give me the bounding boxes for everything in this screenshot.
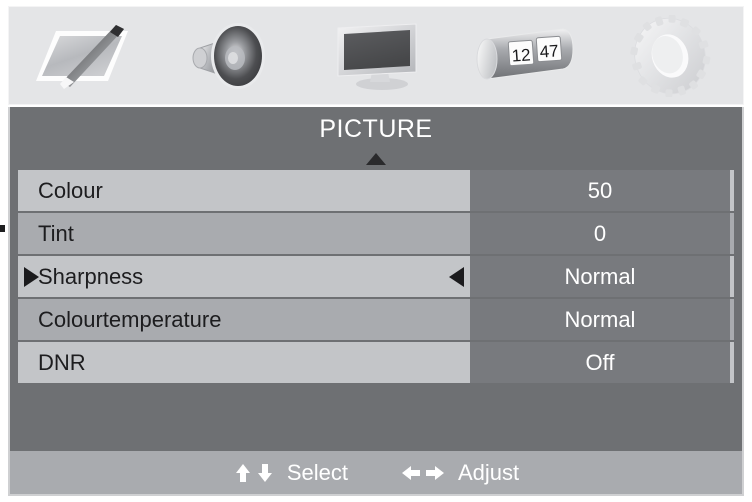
category-item-picture[interactable] <box>17 13 147 99</box>
menu-row-left-arrow-slot <box>462 213 470 254</box>
select-arrow-glyphs <box>233 462 275 484</box>
menu-row-label: Colourtemperature <box>18 299 462 340</box>
menu-title-bar: PICTURE <box>8 107 744 168</box>
menu-row-left-arrow-slot <box>462 342 470 383</box>
menu-row-left-arrow-slot <box>449 256 470 297</box>
menu-row-value[interactable]: 50 <box>470 170 730 211</box>
left-edge-marker <box>0 225 5 232</box>
menu-row-value[interactable]: Normal <box>470 256 730 297</box>
arrow-up-icon <box>235 463 250 482</box>
menu-row-right-arrow-slot <box>730 213 734 254</box>
menu-row-right-arrow-slot <box>24 256 734 297</box>
menu-row-label: Sharpness <box>18 256 462 297</box>
tv-screen-icon <box>328 18 424 94</box>
category-item-time[interactable]: 12 47 <box>458 13 588 99</box>
gear-setup-icon <box>626 14 714 97</box>
menu-row-right-arrow-slot <box>730 299 734 340</box>
menu-row-sharpness[interactable]: Sharpness Normal <box>18 256 734 297</box>
category-item-sound[interactable] <box>164 13 294 99</box>
digital-clock-icon: 12 47 <box>469 21 577 91</box>
arrow-left-icon[interactable] <box>449 266 464 287</box>
menu-row-left-arrow-slot <box>462 299 470 340</box>
select-hint-label: Select <box>286 459 348 485</box>
arrow-left-icon <box>402 465 420 480</box>
clock-hours-text: 12 <box>511 45 531 65</box>
hint-select: Select <box>233 460 348 486</box>
arrow-down-icon <box>257 463 272 482</box>
menu-row-left-arrow-slot <box>462 170 470 211</box>
caret-up-icon <box>366 153 386 165</box>
osd-menu-root: 12 47 PICTURE Colour 50 Tint 0 Sharpness… <box>0 0 752 502</box>
picture-canvas-brush-icon <box>30 19 134 93</box>
menu-row-label: Tint <box>18 213 462 254</box>
adjust-hint-label: Adjust <box>458 459 520 485</box>
menu-row-dnr[interactable]: DNR Off <box>18 342 734 383</box>
menu-row-label: Colour <box>18 170 462 211</box>
clock-minutes-text: 47 <box>539 41 559 61</box>
category-item-setup[interactable] <box>605 13 735 99</box>
menu-row-colourtemperature[interactable]: Colourtemperature Normal <box>18 299 734 340</box>
category-icon-bar: 12 47 <box>8 6 744 105</box>
menu-row-colour[interactable]: Colour 50 <box>18 170 734 211</box>
menu-row-right-arrow-slot <box>730 170 734 211</box>
hint-adjust: Adjust <box>400 460 519 486</box>
menu-row-value[interactable]: 0 <box>470 213 730 254</box>
footer-hint-bar: Select Adjust <box>8 451 744 496</box>
menu-rows-container: Colour 50 Tint 0 Sharpness Normal Colour… <box>8 168 744 451</box>
arrow-right-icon <box>426 465 444 480</box>
adjust-arrow-glyphs <box>400 463 446 483</box>
category-item-screen[interactable] <box>311 13 441 99</box>
menu-row-label: DNR <box>18 342 462 383</box>
menu-row-right-arrow-slot <box>730 342 734 383</box>
speaker-sound-icon <box>186 18 272 94</box>
menu-row-value[interactable]: Off <box>470 342 730 383</box>
arrow-right-icon[interactable] <box>24 266 39 287</box>
menu-row-value[interactable]: Normal <box>470 299 730 340</box>
menu-row-tint[interactable]: Tint 0 <box>18 213 734 254</box>
page-title: PICTURE <box>319 115 433 143</box>
